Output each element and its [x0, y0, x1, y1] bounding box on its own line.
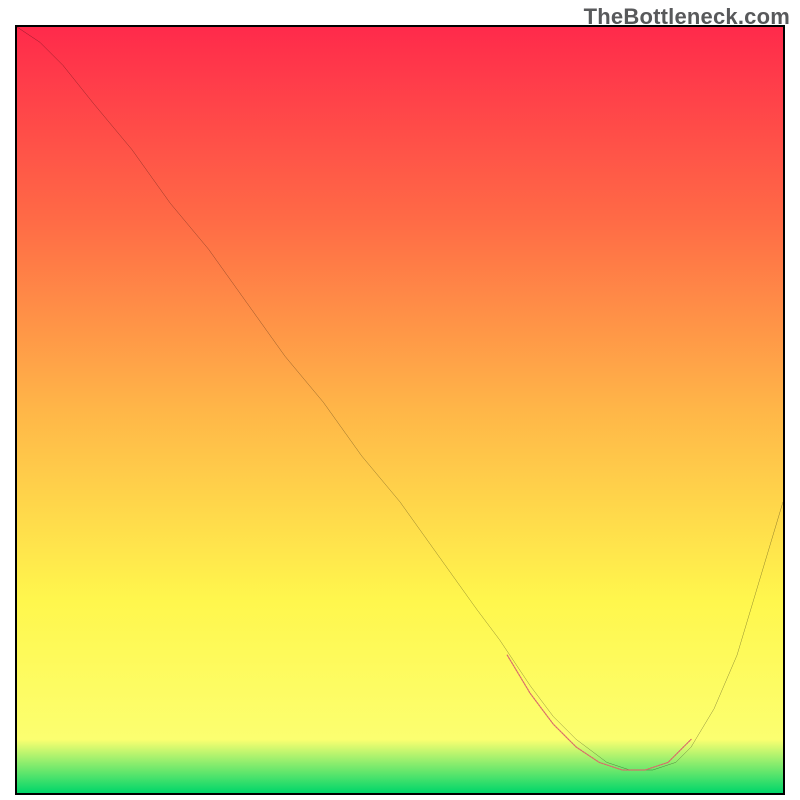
chart-svg	[17, 27, 783, 793]
gradient-background	[17, 27, 783, 793]
chart-plot-area	[15, 25, 785, 795]
